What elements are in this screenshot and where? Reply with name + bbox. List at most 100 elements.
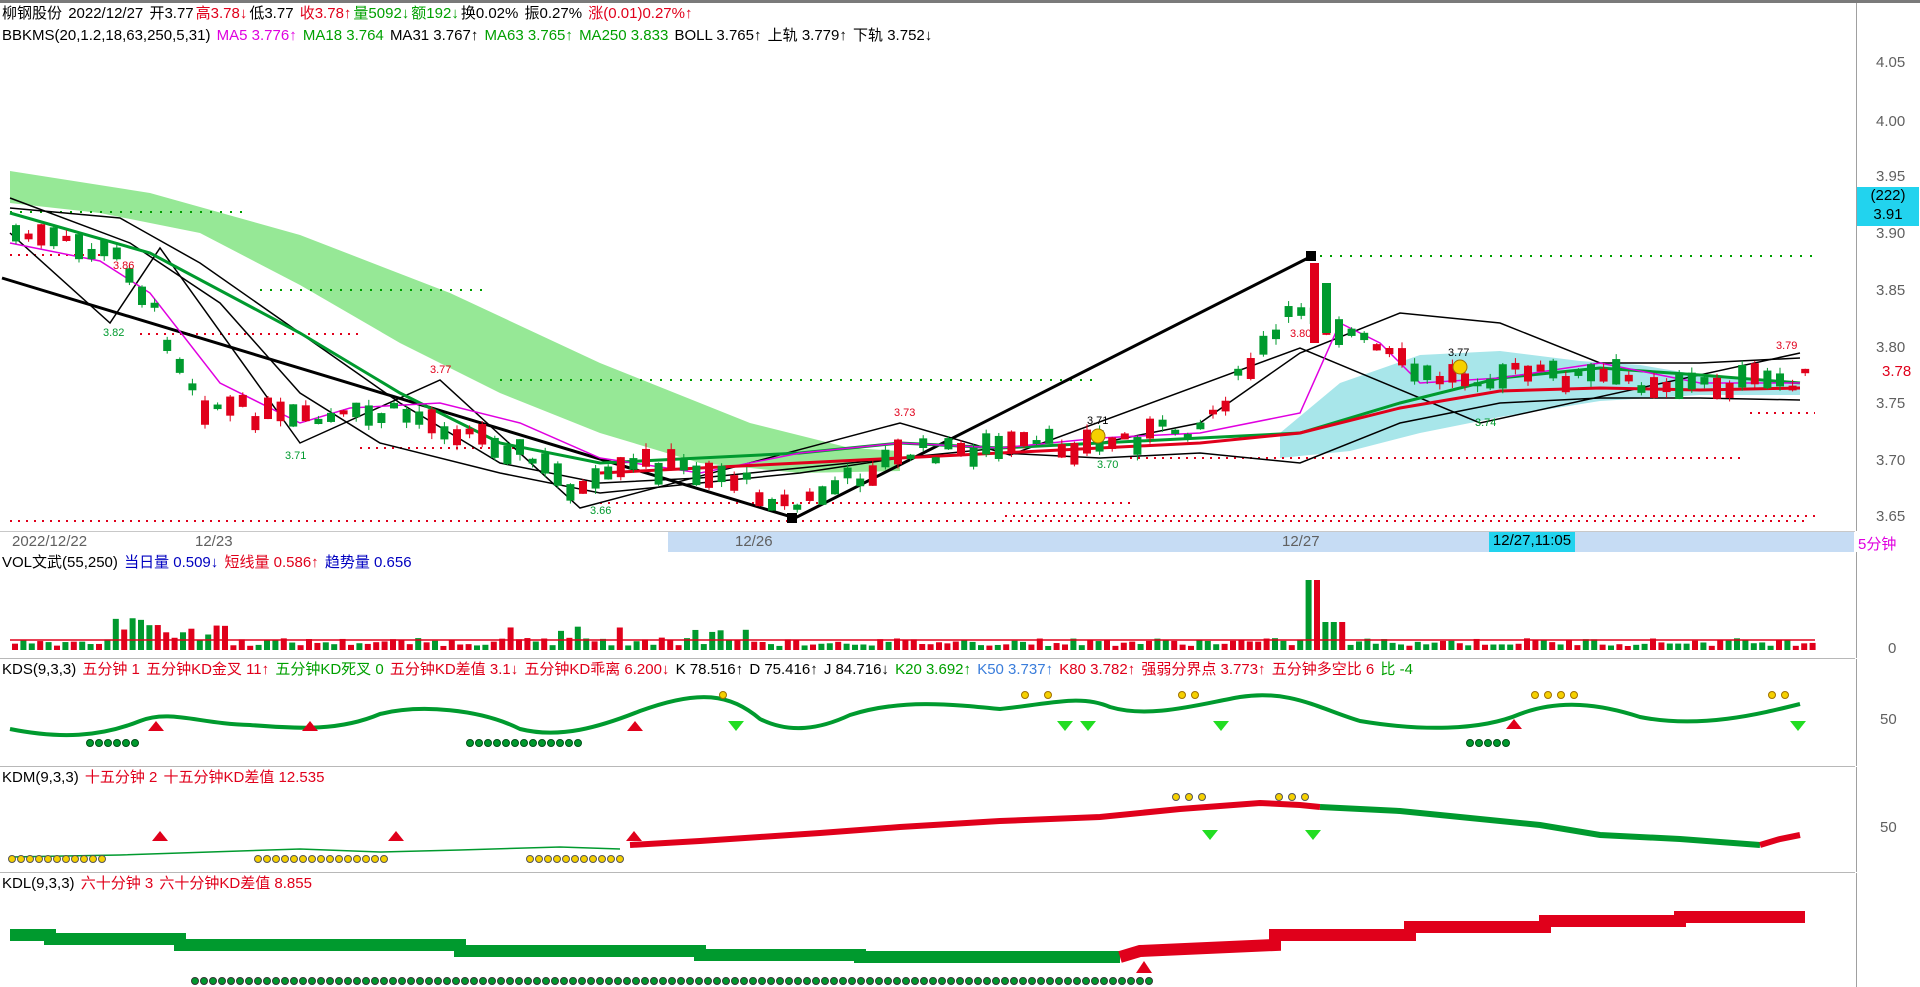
signal-dot-icon — [461, 977, 469, 985]
candle-body — [276, 401, 285, 422]
down-arrow-icon — [1213, 721, 1229, 731]
volume-bar — [154, 625, 161, 650]
candle-body — [1070, 443, 1079, 465]
volume-bar — [213, 625, 220, 650]
signal-dot-icon — [722, 977, 730, 985]
candle-body — [768, 498, 776, 511]
candle-body — [37, 224, 46, 246]
up-arrow-icon — [626, 831, 642, 841]
volume-bar — [1683, 643, 1690, 650]
signal-dot-icon — [1118, 977, 1126, 985]
volume-bar — [1792, 645, 1799, 650]
signal-dot-icon — [794, 977, 802, 985]
volume-bar — [1448, 640, 1455, 650]
price-label: 3.73 — [894, 407, 915, 419]
candle-body — [175, 358, 184, 373]
volume-bar — [373, 642, 380, 650]
candle-body — [465, 428, 474, 435]
signal-dot-icon — [596, 977, 604, 985]
selection-range[interactable] — [668, 532, 1854, 552]
signal-dot-icon — [308, 855, 316, 863]
signal-dot-icon — [1091, 977, 1099, 985]
signal-dot-icon — [218, 977, 226, 985]
signal-dot-icon — [89, 855, 97, 863]
kdl-green-step — [10, 929, 1120, 963]
candle-body — [415, 411, 424, 425]
volume-bar — [1238, 640, 1245, 650]
candle-body — [1057, 444, 1066, 458]
volume-bar — [919, 644, 926, 650]
signal-dot-icon — [1044, 691, 1052, 699]
signal-dot-icon — [578, 977, 586, 985]
signal-dot-icon — [502, 739, 510, 747]
volume-bar — [994, 644, 1001, 650]
candle-body — [1007, 431, 1016, 453]
volume-bar — [70, 641, 77, 650]
price-panel[interactable]: 柳钢股份 2022/12/27 开3.77 高3.78↓ 低3.77 收3.78↑ 量… — [0, 3, 1919, 532]
candle-body — [377, 413, 386, 423]
volume-bar — [574, 626, 581, 650]
signal-dot-icon — [965, 977, 973, 985]
volume-bar — [885, 641, 892, 650]
date-axis[interactable]: 2022/12/22 12/23 12/26 12/27 12/27,11:05 — [0, 531, 1855, 552]
price-label: 3.86 — [113, 260, 134, 272]
signal-dot-icon — [1288, 793, 1296, 801]
volume-bar — [37, 641, 44, 650]
volume-bar — [1171, 640, 1178, 650]
candle-body — [264, 397, 272, 420]
candle-body — [1234, 368, 1243, 376]
candle-body — [793, 504, 802, 510]
signal-dot-icon — [1064, 977, 1072, 985]
candle-body — [919, 438, 928, 449]
candle-body — [1650, 377, 1658, 398]
signal-dot-icon — [191, 977, 199, 985]
volume-bar — [927, 644, 934, 650]
signal-dot-icon — [1275, 793, 1283, 801]
signal-dot-icon — [254, 855, 262, 863]
volume-bar — [1616, 644, 1623, 650]
signal-dot-icon — [434, 977, 442, 985]
volume-bar — [322, 642, 329, 650]
volume-bar — [1347, 644, 1354, 650]
candle-body — [301, 405, 310, 422]
period-label[interactable]: 5分钟 — [1858, 533, 1896, 554]
signal-dot-icon — [71, 855, 79, 863]
volume-bar — [1549, 642, 1556, 650]
signal-dot-icon — [1037, 977, 1045, 985]
volume-bar — [1297, 639, 1304, 650]
candle-body — [390, 402, 398, 409]
kds-panel[interactable]: KDS(9,3,3) 五分钟 1 五分钟KD金叉 11↑ 五分钟KD死叉 0 五… — [0, 659, 1897, 767]
price-chart[interactable]: 3.86 3.82 3.77 3.71 3.66 3.73 3.71 3.70 … — [0, 3, 1855, 531]
up-arrow-icon — [388, 831, 404, 841]
candle-body — [1372, 344, 1381, 351]
volume-bar — [1767, 645, 1774, 650]
signal-dot-icon — [719, 691, 727, 699]
axis-tick: 4.05 — [1876, 54, 1906, 71]
kdm-panel[interactable]: KDM(9,3,3) 十五分钟 2 十五分钟KD差值 12.535 50 — [0, 767, 1897, 873]
candle-body — [453, 429, 461, 446]
signal-dot-icon — [866, 977, 874, 985]
volume-panel[interactable]: VOL文武(55,250) 当日量 0.509↓ 短线量 0.586↑ 趋势量 … — [0, 552, 1896, 659]
volume-bar — [28, 643, 35, 650]
volume-bar — [1146, 640, 1152, 650]
signal-dot-icon — [749, 977, 757, 985]
candle-body — [1763, 370, 1772, 389]
signal-dot-icon — [686, 977, 694, 985]
volume-bar — [810, 644, 816, 650]
candle-body — [1032, 440, 1041, 445]
signal-dot-icon — [776, 977, 784, 985]
candle-body — [717, 465, 726, 483]
candle-body — [1461, 373, 1469, 387]
candle-body — [1624, 374, 1633, 382]
candle-body — [1511, 362, 1520, 370]
volume-bar — [465, 644, 472, 650]
price-label: 3.70 — [1097, 459, 1118, 471]
signal-dot-icon — [556, 739, 564, 747]
kdl-panel[interactable]: KDL(9,3,3) 六十分钟 3 六十分钟KD差值 8.855 — [0, 873, 1857, 987]
candle-body — [1410, 363, 1419, 382]
signal-dot-icon — [263, 977, 271, 985]
cursor-time-badge: 12/27,11:05 — [1489, 532, 1575, 552]
volume-bar — [1204, 640, 1211, 650]
signal-dot-icon — [695, 977, 703, 985]
volume-bar — [1641, 643, 1648, 650]
